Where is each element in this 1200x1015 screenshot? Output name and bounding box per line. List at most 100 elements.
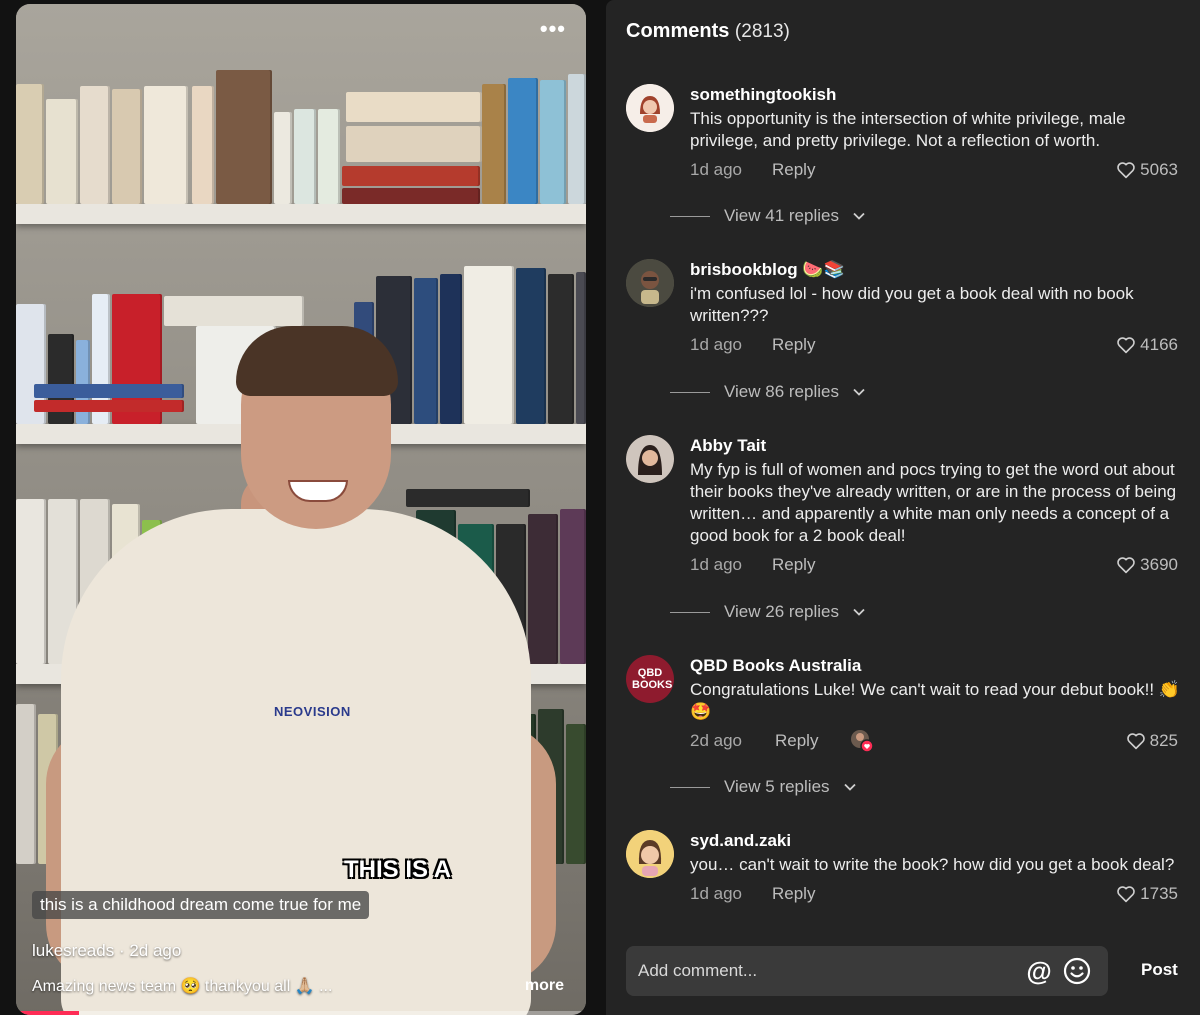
avatar-photo-icon [626,259,674,307]
comment-age: 1d ago [690,555,742,574]
like-button[interactable]: 3690 [1116,555,1178,575]
heart-icon [1126,733,1145,750]
person-hair [236,326,398,396]
book [540,80,566,204]
emoji-icon[interactable] [1062,956,1092,986]
at-icon[interactable]: @ [1024,956,1054,986]
comment-username[interactable]: syd.and.zaki [690,830,1180,852]
reply-button[interactable]: Reply [772,884,815,904]
reply-button[interactable]: Reply [772,335,815,355]
avatar[interactable] [626,830,674,878]
book [566,724,586,864]
chevron-down-icon [853,608,865,616]
video-player[interactable]: NEOVISION ••• THIS IS A this is a childh… [16,4,586,1015]
comment-age: 1d ago [690,335,742,354]
add-comment-box: @ [626,946,1108,996]
add-comment-input[interactable] [638,946,1018,996]
more-link[interactable]: more [525,977,564,995]
chevron-down-icon [853,212,865,220]
book [548,274,574,424]
comment-text: My fyp is full of women and pocs trying … [690,460,1177,545]
book [16,84,44,204]
comment-username[interactable]: brisbookblog 🍉📚 [690,259,1180,281]
comment-age: 1d ago [690,160,742,179]
like-count: 5063 [1140,160,1178,179]
book [294,109,316,204]
comments-panel: Comments (2813) somethingtookish This op… [606,0,1200,1015]
progress-bar[interactable] [16,1011,586,1015]
view-replies-button[interactable]: View 26 replies [670,602,865,622]
author-name[interactable]: lukesreads [32,941,114,960]
book [346,126,482,162]
like-button[interactable]: 1735 [1116,884,1178,904]
subtitle-caption: this is a childhood dream come true for … [32,891,370,919]
book [406,489,530,507]
comment-username[interactable]: Abby Tait [690,435,1180,457]
book [216,70,272,204]
comment-text: Congratulations Luke! We can't wait to r… [690,680,1180,721]
book [560,509,586,664]
view-replies-button[interactable]: View 5 replies [670,777,856,797]
comment-text: you… can't wait to write the book? how d… [690,855,1175,874]
book [508,78,538,204]
book [46,99,78,204]
avatar[interactable] [626,259,674,307]
creator-liked-icon [851,730,874,753]
comment-age: 1d ago [690,884,742,903]
avatar-text: QBD BOOKS [632,667,673,691]
book [342,188,480,204]
avatar[interactable] [626,435,674,483]
book [164,296,304,326]
comment-text: This opportunity is the intersection of … [690,109,1126,150]
book [440,274,462,424]
avatar-memoji-icon [626,830,674,878]
like-count: 1735 [1140,884,1178,903]
reply-button[interactable]: Reply [772,555,815,575]
post-button[interactable]: Post [1141,960,1178,980]
post-age: 2d ago [129,941,182,960]
view-replies-button[interactable]: View 86 replies [670,382,865,402]
qbd-logo[interactable]: QBD BOOKS [626,655,674,703]
comment-age: 2d ago [690,731,742,750]
comments-title: Comments [626,20,730,42]
book [34,400,184,412]
book [576,272,586,424]
book [482,84,506,204]
like-button[interactable]: 5063 [1116,160,1178,180]
view-replies-button[interactable]: View 41 replies [670,206,865,226]
book [274,112,292,204]
book [528,514,558,664]
book [516,268,546,424]
shirt-logo: NEOVISION [274,704,351,719]
comments-header: Comments (2813) [626,20,790,43]
more-dots-icon[interactable]: ••• [540,18,566,40]
book [34,384,184,398]
like-button[interactable]: 825 [1126,731,1178,751]
reply-button[interactable]: Reply [775,731,818,751]
creator-liked-badge [850,729,874,758]
divider-line [670,611,710,613]
book [464,266,514,424]
comment-username[interactable]: somethingtookish [690,84,1180,106]
view-replies-label: View 5 replies [724,777,830,796]
author-line: lukesreads · 2d ago [32,941,181,961]
like-count: 825 [1149,731,1178,750]
book [318,109,340,204]
like-button[interactable]: 4166 [1116,335,1178,355]
person-shirt [61,509,531,1015]
reply-button[interactable]: Reply [772,160,815,180]
overlay-caption: THIS IS A [344,856,452,883]
divider-line [670,391,710,393]
heart-icon [1117,162,1135,179]
avatar[interactable] [626,84,674,132]
heart-icon [1117,337,1135,354]
chevron-down-icon [843,783,856,791]
view-replies-label: View 26 replies [724,602,839,621]
chevron-down-icon [853,388,865,396]
shelf [16,204,586,224]
book [112,89,142,204]
book [342,166,480,186]
comment-username[interactable]: QBD Books Australia [690,655,1180,677]
view-replies-label: View 41 replies [724,206,839,225]
avatar-illustration-icon [626,84,674,132]
